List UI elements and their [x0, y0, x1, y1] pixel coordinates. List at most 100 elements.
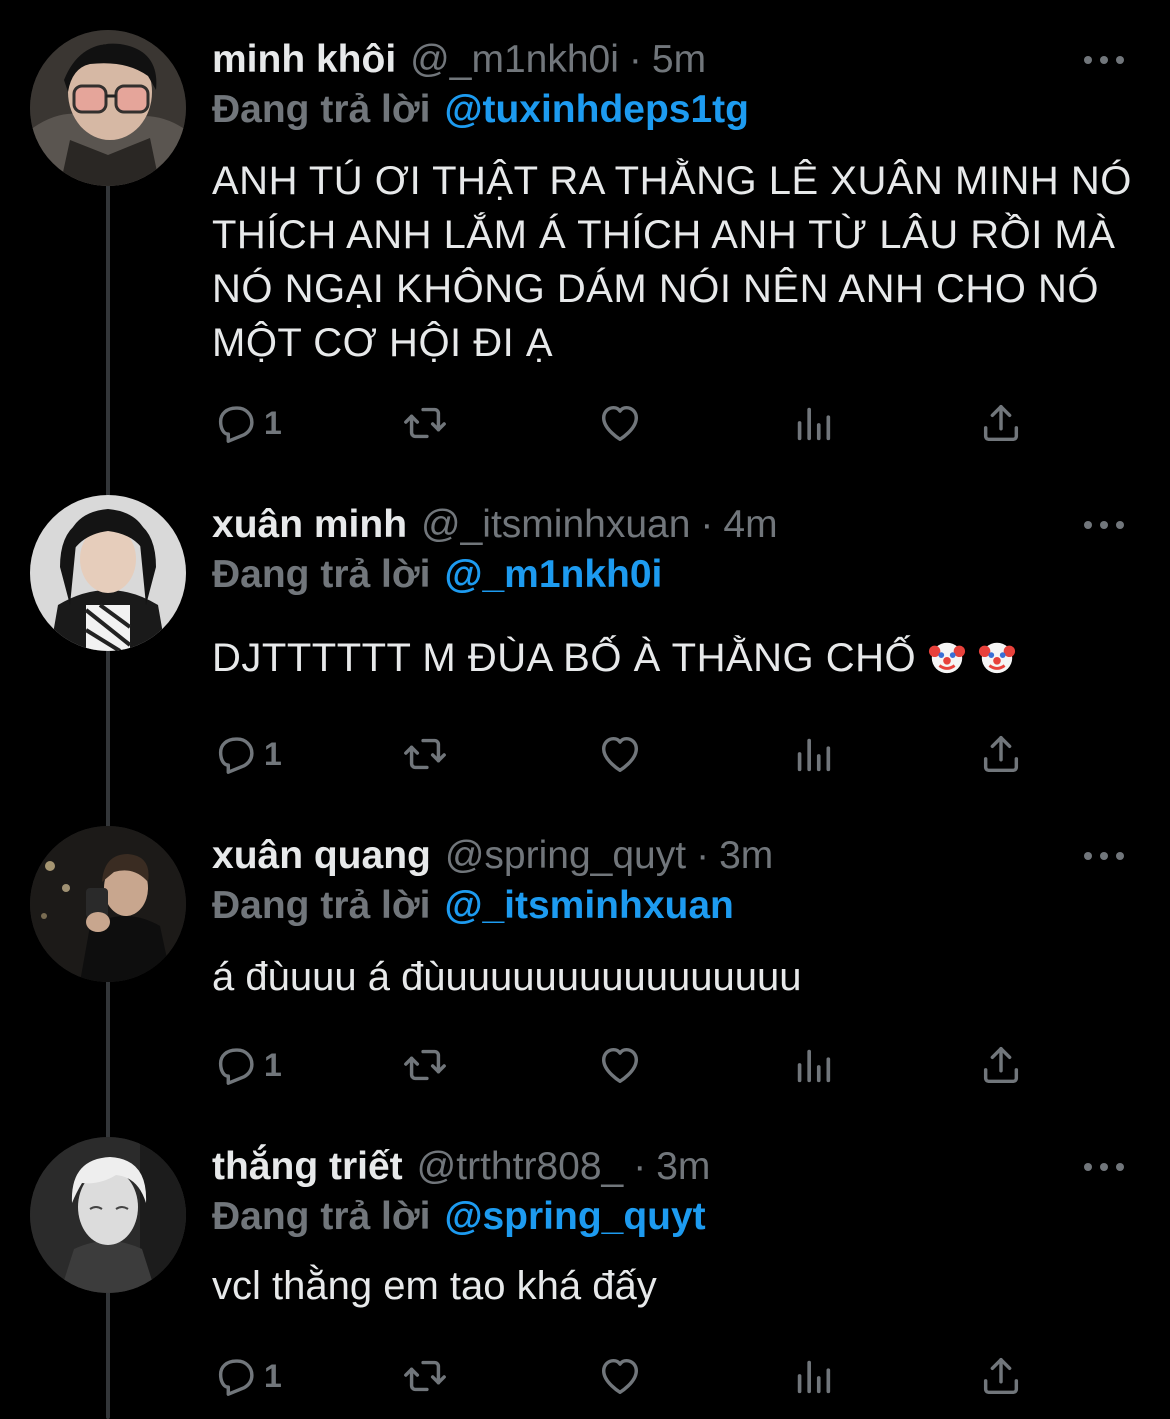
share-icon	[983, 735, 1019, 773]
retweet-button[interactable]	[402, 1040, 448, 1090]
replying-to-label: Đang trả lời	[212, 553, 431, 596]
heart-icon	[601, 736, 639, 773]
reply-icon	[218, 1359, 254, 1396]
reply-count: 1	[264, 404, 282, 441]
analytics-icon	[797, 1049, 831, 1083]
separator: ·	[628, 38, 642, 81]
avatar[interactable]	[30, 495, 186, 651]
avatar-image	[30, 1137, 186, 1293]
tweet-header: xuân quang @spring_quyt · 3m	[212, 830, 773, 882]
more-icon[interactable]	[1084, 515, 1124, 535]
reply-button[interactable]: 1	[212, 398, 282, 448]
retweet-icon	[404, 407, 446, 439]
reply-count: 1	[264, 1046, 282, 1083]
replying-to-label: Đang trả lời	[212, 884, 431, 927]
share-button[interactable]	[978, 398, 1024, 448]
avatar[interactable]	[30, 30, 186, 186]
replying-to-handle[interactable]: @tuxinhdeps1tg	[444, 88, 749, 131]
reply-button[interactable]: 1	[212, 1040, 282, 1090]
share-icon	[983, 1357, 1019, 1395]
tweet-actions: 1	[212, 729, 1042, 779]
replying-to-handle[interactable]: @_itsminhxuan	[444, 884, 733, 927]
reply-count: 1	[264, 735, 282, 772]
timestamp[interactable]: 3m	[719, 834, 773, 878]
reply-icon	[218, 406, 254, 443]
replying-to: Đang trả lời @_m1nkh0i	[212, 553, 662, 597]
separator: ·	[700, 503, 714, 546]
tweet-actions: 1	[212, 1040, 1042, 1090]
views-button[interactable]	[790, 398, 836, 448]
share-button[interactable]	[978, 729, 1024, 779]
tweet-text: á đùuuu á đùuuuuuuuuuuuuuuuu	[212, 955, 802, 999]
tweet[interactable]: minh khôi @_m1nkh0i · 5m Đang trả lời @tu…	[0, 30, 1170, 480]
retweet-button[interactable]	[402, 729, 448, 779]
views-button[interactable]	[790, 1351, 836, 1401]
like-button[interactable]	[597, 729, 643, 779]
replying-to-label: Đang trả lời	[212, 88, 431, 131]
reply-button[interactable]: 1	[212, 729, 282, 779]
share-button[interactable]	[978, 1040, 1024, 1090]
user-handle[interactable]: @_itsminhxuan	[421, 503, 690, 547]
replying-to-handle[interactable]: @_m1nkh0i	[444, 553, 662, 596]
views-button[interactable]	[790, 729, 836, 779]
user-handle[interactable]: @spring_quyt	[445, 834, 686, 878]
display-name[interactable]: thắng triết	[212, 1145, 403, 1189]
user-handle[interactable]: @trthtr808_	[417, 1145, 624, 1189]
retweet-icon	[404, 738, 446, 770]
replying-to: Đang trả lời @spring_quyt	[212, 1195, 706, 1239]
clown-face-icon	[979, 642, 1016, 674]
replying-to-label: Đang trả lời	[212, 1195, 431, 1238]
timestamp[interactable]: 3m	[656, 1145, 710, 1189]
tweet-header: xuân minh @_itsminhxuan · 4m	[212, 499, 778, 551]
reply-icon	[218, 737, 254, 774]
more-icon[interactable]	[1084, 50, 1124, 70]
tweet-header: thắng triết @trthtr808_ · 3m	[212, 1141, 710, 1193]
analytics-icon	[797, 738, 831, 772]
avatar-image	[30, 30, 186, 186]
tweet-text-container: DJTTTTTT M ĐÙA BỐ À THẰNG CHỐ	[212, 631, 1142, 685]
display-name[interactable]: minh khôi	[212, 38, 396, 82]
replying-to-handle[interactable]: @spring_quyt	[444, 1195, 705, 1238]
tweet[interactable]: xuân minh @_itsminhxuan · 4m Đang trả lờ…	[0, 495, 1170, 815]
display-name[interactable]: xuân minh	[212, 503, 407, 547]
views-button[interactable]	[790, 1040, 836, 1090]
reply-count: 1	[264, 1357, 282, 1394]
heart-icon	[601, 1358, 639, 1395]
avatar-image	[30, 826, 186, 982]
retweet-button[interactable]	[402, 398, 448, 448]
heart-icon	[601, 405, 639, 442]
display-name[interactable]: xuân quang	[212, 834, 431, 878]
tweet[interactable]: thắng triết @trthtr808_ · 3m Đang trả lờ…	[0, 1137, 1170, 1419]
like-button[interactable]	[597, 1040, 643, 1090]
separator: ·	[633, 1145, 647, 1188]
like-button[interactable]	[597, 398, 643, 448]
avatar-image	[30, 495, 186, 651]
separator: ·	[696, 834, 710, 877]
like-button[interactable]	[597, 1351, 643, 1401]
tweet-actions: 1	[212, 1351, 1042, 1401]
analytics-icon	[797, 407, 831, 441]
replying-to: Đang trả lời @tuxinhdeps1tg	[212, 88, 749, 132]
avatar[interactable]	[30, 1137, 186, 1293]
retweet-button[interactable]	[402, 1351, 448, 1401]
heart-icon	[601, 1047, 639, 1084]
timestamp[interactable]: 4m	[723, 503, 777, 547]
share-icon	[983, 404, 1019, 442]
tweet-text: vcl thằng em tao khá đấy	[212, 1264, 657, 1308]
tweet-text: DJTTTTTT M ĐÙA BỐ À THẰNG CHỐ	[212, 636, 917, 680]
share-button[interactable]	[978, 1351, 1024, 1401]
more-icon[interactable]	[1084, 846, 1124, 866]
clown-face-icon	[929, 642, 966, 674]
replying-to: Đang trả lời @_itsminhxuan	[212, 884, 734, 928]
timestamp[interactable]: 5m	[652, 38, 706, 82]
tweet-text: ANH TÚ ƠI THẬT RA THẰNG LÊ XUÂN MINH NÓ …	[212, 159, 1132, 365]
tweet[interactable]: xuân quang @spring_quyt · 3m Đang trả lờ…	[0, 826, 1170, 1116]
reply-button[interactable]: 1	[212, 1351, 282, 1401]
more-icon[interactable]	[1084, 1157, 1124, 1177]
reply-icon	[218, 1048, 254, 1085]
share-icon	[983, 1046, 1019, 1084]
retweet-icon	[404, 1360, 446, 1392]
user-handle[interactable]: @_m1nkh0i	[410, 38, 619, 82]
analytics-icon	[797, 1360, 831, 1394]
avatar[interactable]	[30, 826, 186, 982]
